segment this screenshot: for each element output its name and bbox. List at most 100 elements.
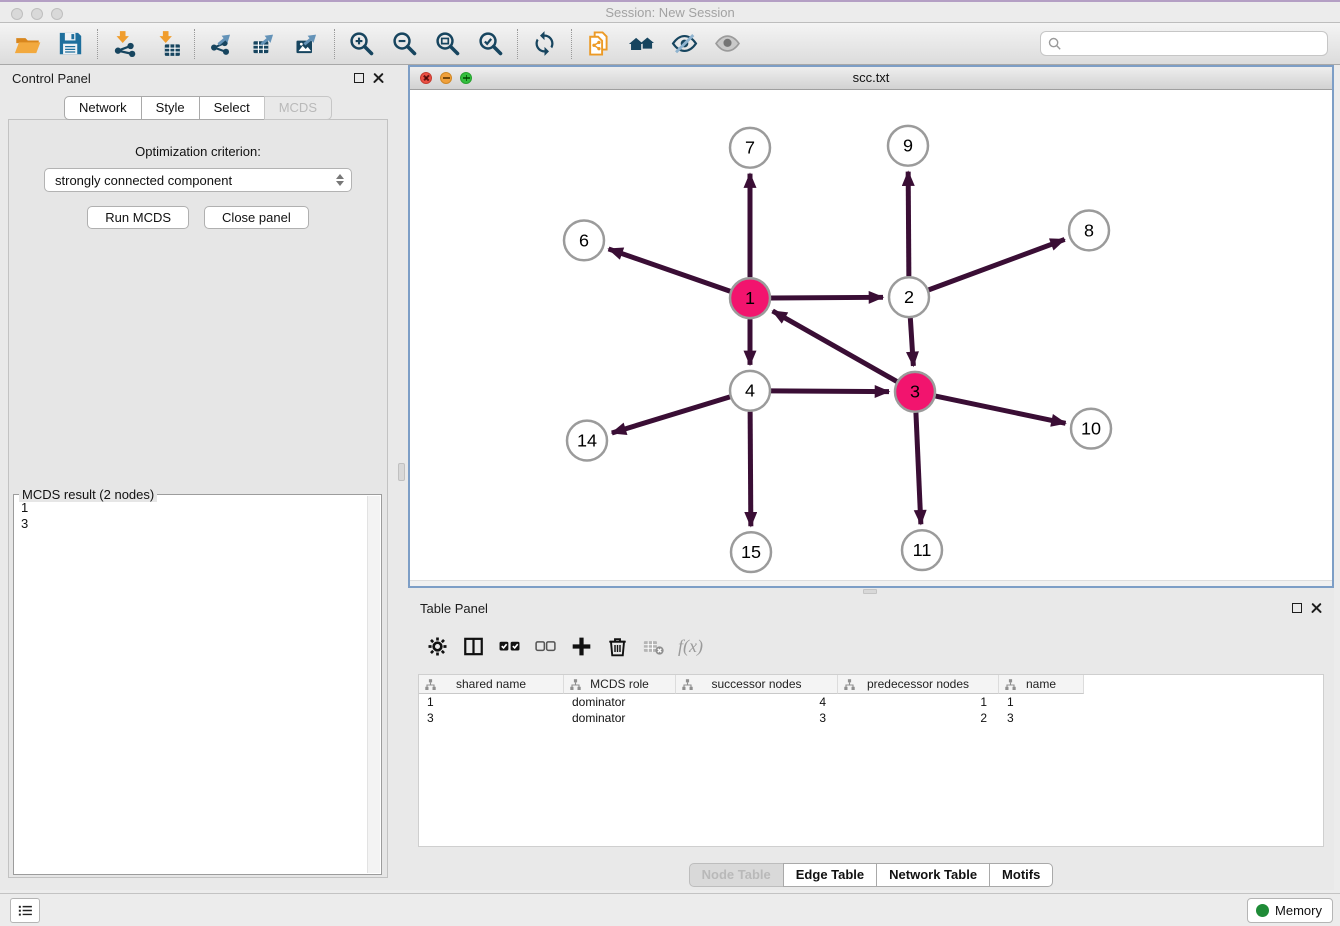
export-image-icon xyxy=(294,30,321,57)
graph-edge-2-8[interactable] xyxy=(929,239,1065,289)
zoom-selected-icon xyxy=(477,30,504,57)
eye-slash-icon xyxy=(671,30,698,57)
open-session-button[interactable] xyxy=(6,26,49,62)
splitter-grip[interactable] xyxy=(398,463,405,481)
network-scrollbar-horizontal[interactable] xyxy=(410,580,1332,586)
import-network-button[interactable] xyxy=(103,26,146,62)
settings-gear-button[interactable] xyxy=(426,635,449,658)
export-image-button[interactable] xyxy=(286,26,329,62)
graph-node-label: 2 xyxy=(904,287,914,307)
table-cell[interactable]: dominator xyxy=(564,694,676,710)
table-tab-edge-table[interactable]: Edge Table xyxy=(783,863,877,887)
graph-edge-3-10[interactable] xyxy=(936,396,1066,423)
window-titlebar: Session: New Session xyxy=(0,0,1340,23)
control-panel-tabs: NetworkStyleSelectMCDS xyxy=(0,96,396,120)
eye-slash-button[interactable] xyxy=(663,26,706,62)
table-cell[interactable]: 3 xyxy=(999,710,1084,726)
table-cell[interactable]: 4 xyxy=(676,694,838,710)
import-network-icon xyxy=(111,30,138,57)
node-table: shared nameMCDS rolesuccessor nodesprede… xyxy=(418,674,1324,847)
search-input[interactable] xyxy=(1067,36,1320,51)
column-header-mcds-role[interactable]: MCDS role xyxy=(564,675,676,694)
table-row[interactable]: 1dominator411 xyxy=(419,694,1323,710)
table-cell[interactable]: 1 xyxy=(999,694,1084,710)
close-table-panel-icon[interactable] xyxy=(1311,603,1322,614)
double-home-button[interactable] xyxy=(620,26,663,62)
memory-label: Memory xyxy=(1275,903,1322,918)
memory-button[interactable]: Memory xyxy=(1247,898,1333,923)
delete-table-button xyxy=(642,635,665,658)
table-row[interactable]: 3dominator323 xyxy=(419,710,1323,726)
select-all-button[interactable] xyxy=(498,635,521,658)
table-cell[interactable]: 1 xyxy=(838,694,999,710)
table-tab-network-table[interactable]: Network Table xyxy=(876,863,990,887)
zoom-selected-button[interactable] xyxy=(469,26,512,62)
eye-button[interactable] xyxy=(706,26,749,62)
task-list-button[interactable] xyxy=(10,898,40,923)
network-canvas[interactable]: 7968124314101511 xyxy=(410,90,1332,580)
table-toolbar: f(x) xyxy=(426,628,1334,664)
tab-mcds[interactable]: MCDS xyxy=(264,96,332,120)
graph-edge-1-2[interactable] xyxy=(771,297,883,298)
table-cell[interactable]: 2 xyxy=(838,710,999,726)
table-cell[interactable]: 3 xyxy=(419,710,564,726)
table-tab-node-table[interactable]: Node Table xyxy=(689,863,784,887)
hierarchy-icon xyxy=(569,678,582,691)
add-icon xyxy=(570,635,593,658)
refresh-button[interactable] xyxy=(523,26,566,62)
graph-edge-4-14[interactable] xyxy=(612,397,730,433)
control-panel-header: Control Panel xyxy=(0,65,396,91)
criterion-dropdown[interactable]: strongly connected component xyxy=(44,168,352,192)
zoom-out-button[interactable] xyxy=(383,26,426,62)
tab-select[interactable]: Select xyxy=(199,96,265,120)
search-box[interactable] xyxy=(1040,31,1328,56)
table-tab-motifs[interactable]: Motifs xyxy=(989,863,1053,887)
graph-edge-2-9[interactable] xyxy=(908,172,909,277)
graph-edge-3-1[interactable] xyxy=(773,311,897,381)
column-header-shared-name[interactable]: shared name xyxy=(419,675,564,694)
table-cell[interactable]: 1 xyxy=(419,694,564,710)
column-header-name[interactable]: name xyxy=(999,675,1084,694)
run-mcds-button[interactable]: Run MCDS xyxy=(87,206,189,229)
column-header-predecessor-nodes[interactable]: predecessor nodes xyxy=(838,675,999,694)
close-panel-icon[interactable] xyxy=(373,73,384,84)
optimization-criterion-label: Optimization criterion: xyxy=(9,144,387,159)
save-session-button[interactable] xyxy=(49,26,92,62)
split-columns-icon xyxy=(462,635,485,658)
export-table-button[interactable] xyxy=(243,26,286,62)
result-scrollbar[interactable] xyxy=(367,496,380,873)
tab-network[interactable]: Network xyxy=(64,96,142,120)
export-table-icon xyxy=(251,30,278,57)
splitter-grip-horizontal[interactable] xyxy=(863,589,877,594)
graph-edge-1-6[interactable] xyxy=(609,249,731,291)
graph-edge-3-11[interactable] xyxy=(916,413,921,525)
toolbar-separator xyxy=(517,29,518,59)
table-cell[interactable]: dominator xyxy=(564,710,676,726)
horizontal-splitter[interactable] xyxy=(408,588,1334,595)
zoom-fit-button[interactable] xyxy=(426,26,469,62)
split-columns-button[interactable] xyxy=(462,635,485,658)
table-cell[interactable]: 3 xyxy=(676,710,838,726)
network-files-button[interactable] xyxy=(577,26,620,62)
refresh-icon xyxy=(531,30,558,57)
graph-node-label: 11 xyxy=(913,540,932,560)
zoom-in-button[interactable] xyxy=(340,26,383,62)
vertical-splitter[interactable] xyxy=(396,65,408,890)
export-network-button[interactable] xyxy=(200,26,243,62)
trash-button[interactable] xyxy=(606,635,629,658)
close-panel-button[interactable]: Close panel xyxy=(204,206,309,229)
graph-edge-2-3[interactable] xyxy=(910,318,913,366)
graph-edge-4-15[interactable] xyxy=(750,412,751,527)
graph-node-label: 9 xyxy=(903,136,913,156)
column-header-successor-nodes[interactable]: successor nodes xyxy=(676,675,838,694)
add-button[interactable] xyxy=(570,635,593,658)
tab-style[interactable]: Style xyxy=(141,96,200,120)
float-table-panel-icon[interactable] xyxy=(1292,603,1302,613)
trash-icon xyxy=(606,635,629,658)
import-table-button[interactable] xyxy=(146,26,189,62)
graph-edge-4-3[interactable] xyxy=(771,391,889,392)
list-icon xyxy=(17,902,34,919)
table-header-row: shared nameMCDS rolesuccessor nodesprede… xyxy=(419,675,1323,694)
unselect-all-button[interactable] xyxy=(534,635,557,658)
float-panel-icon[interactable] xyxy=(354,73,364,83)
